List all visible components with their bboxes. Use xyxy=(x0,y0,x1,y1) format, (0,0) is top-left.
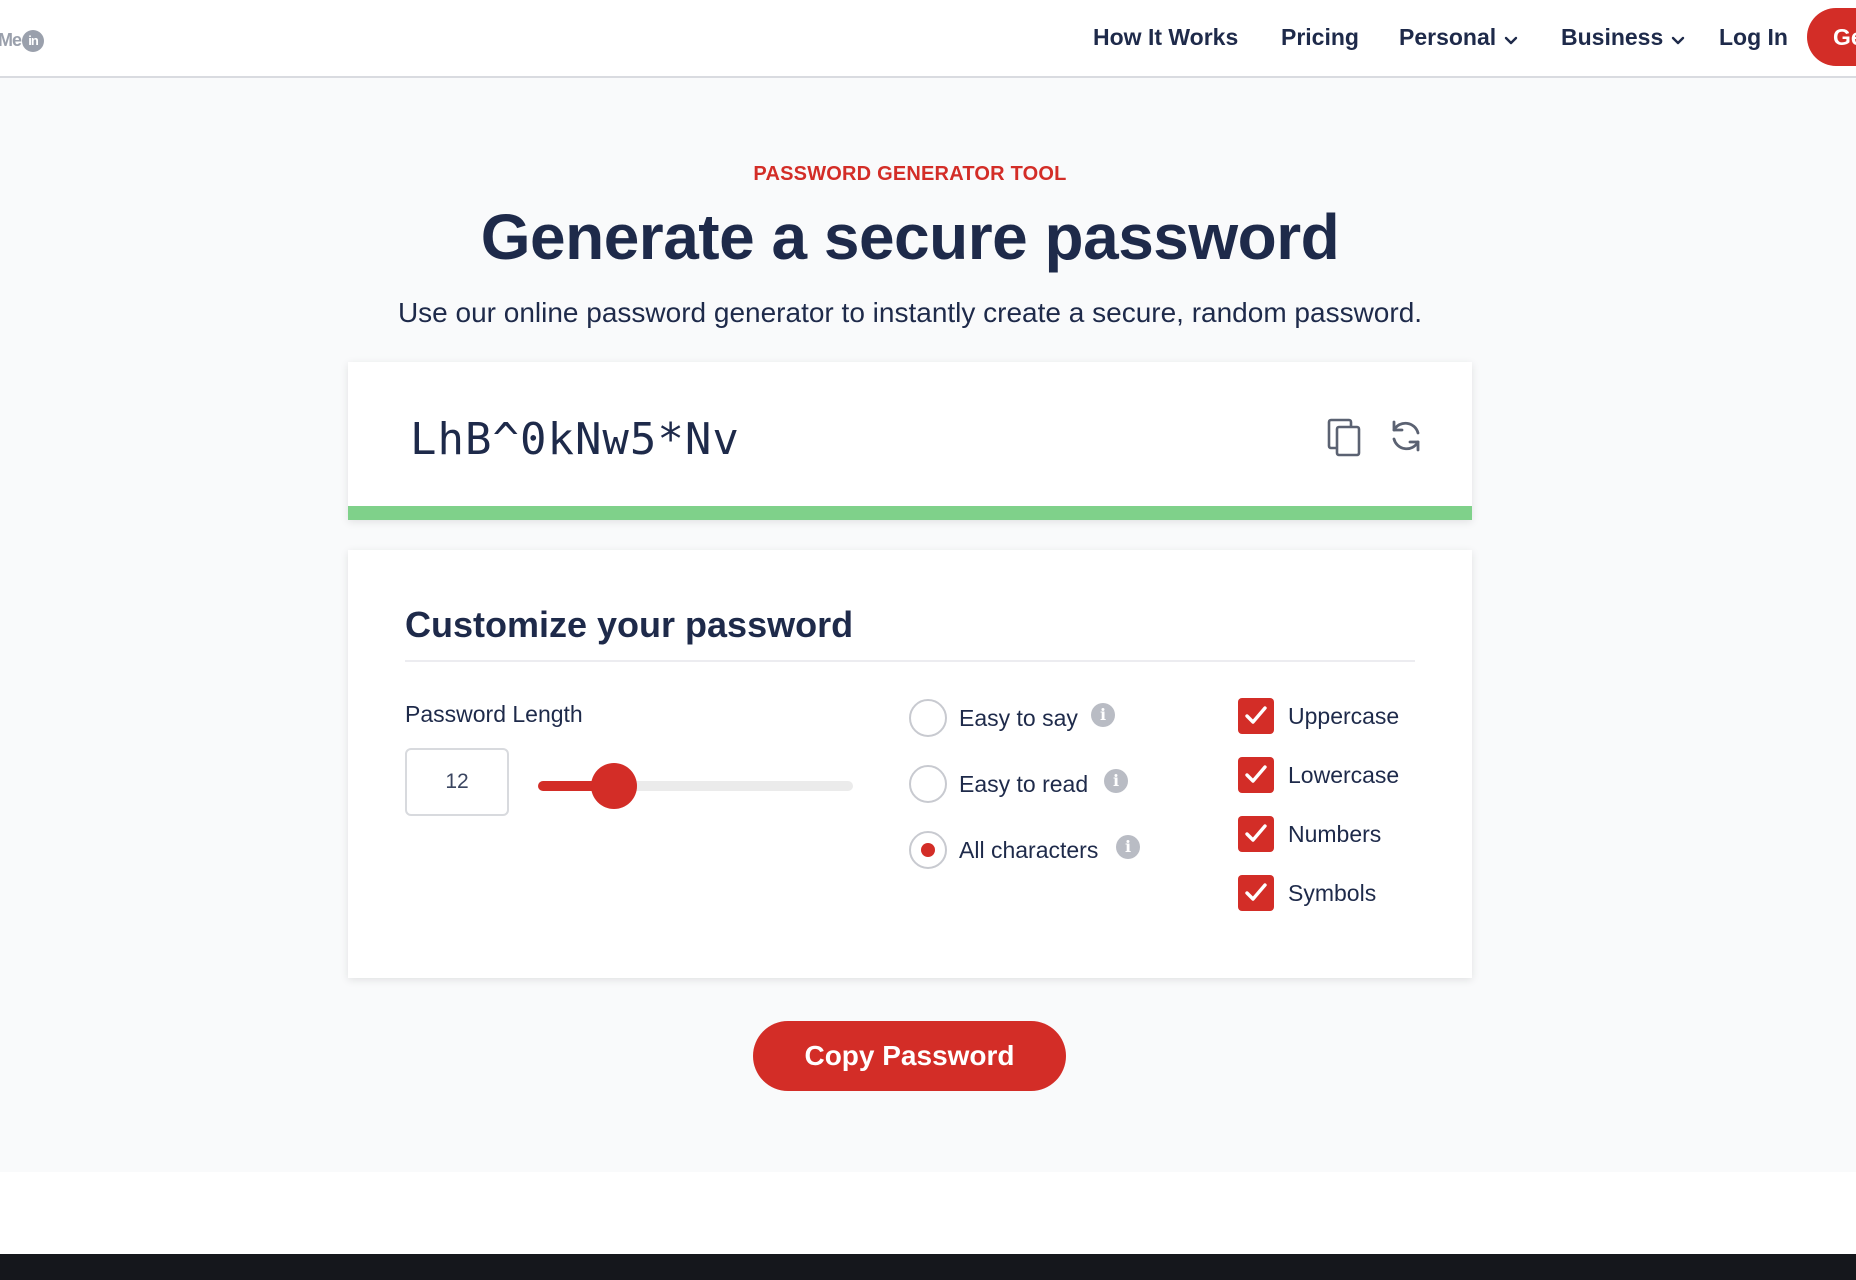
footer xyxy=(0,1254,1856,1280)
checkbox-label: Numbers xyxy=(1288,821,1382,847)
get-started-button[interactable]: Get xyxy=(1807,8,1856,66)
checkbox-label: Symbols xyxy=(1288,880,1377,906)
checkbox-checked[interactable] xyxy=(1238,757,1274,793)
password-display-card: LhB^0kNw5*Nv xyxy=(348,362,1472,520)
page-subtitle: Use our online password generator to ins… xyxy=(397,297,1423,328)
nav-pricing[interactable]: Pricing xyxy=(1281,22,1359,52)
radio-button[interactable] xyxy=(909,699,947,737)
nav-login[interactable]: Log In xyxy=(1719,22,1788,52)
nav-business-label: Business xyxy=(1561,24,1664,50)
nav-personal-label: Personal xyxy=(1399,24,1497,50)
chevron-down-icon xyxy=(1671,22,1685,52)
customize-card: Customize your password Password Length … xyxy=(348,550,1472,978)
password-length-label: Password Length xyxy=(405,701,583,727)
password-length-slider[interactable] xyxy=(538,763,853,809)
nav-links: How It Works Pricing Personal Business L… xyxy=(0,0,1856,78)
checkbox-checked[interactable] xyxy=(1238,698,1274,734)
page-title: Generate a secure password xyxy=(480,201,1340,273)
slider-thumb[interactable] xyxy=(590,763,637,809)
eyebrow-label: PASSWORD GENERATOR TOOL xyxy=(753,163,1067,185)
radio-button[interactable] xyxy=(909,765,947,803)
copy-icon[interactable] xyxy=(1324,416,1364,457)
copy-password-button[interactable]: Copy Password xyxy=(753,1021,1066,1091)
nav-how-it-works[interactable]: How It Works xyxy=(1093,22,1238,52)
top-navigation: Me in How It Works Pricing Personal Busin… xyxy=(0,0,1856,78)
chevron-down-icon xyxy=(1504,22,1518,52)
info-icon[interactable]: i xyxy=(1091,703,1115,727)
nav-business[interactable]: Business xyxy=(1561,22,1685,52)
generated-password[interactable]: LhB^0kNw5*Nv xyxy=(410,414,740,465)
customize-title: Customize your password xyxy=(405,604,854,645)
checkbox-checked[interactable] xyxy=(1238,875,1274,911)
checkbox-label: Uppercase xyxy=(1288,703,1400,729)
password-strength-bar xyxy=(348,506,1472,520)
info-icon[interactable]: i xyxy=(1104,769,1128,793)
password-length-input[interactable]: 12 xyxy=(405,748,509,816)
refresh-icon[interactable] xyxy=(1386,416,1426,456)
radio-button-selected[interactable] xyxy=(909,831,947,869)
checkbox-checked[interactable] xyxy=(1238,816,1274,852)
radio-label: All characters xyxy=(959,837,1099,863)
radio-label: Easy to say xyxy=(959,705,1078,731)
nav-personal[interactable]: Personal xyxy=(1399,22,1518,52)
page-bottom-band xyxy=(0,1172,1856,1254)
radio-label: Easy to read xyxy=(959,771,1089,797)
checkbox-label: Lowercase xyxy=(1288,762,1400,788)
divider xyxy=(405,660,1415,662)
info-icon[interactable]: i xyxy=(1116,835,1140,859)
